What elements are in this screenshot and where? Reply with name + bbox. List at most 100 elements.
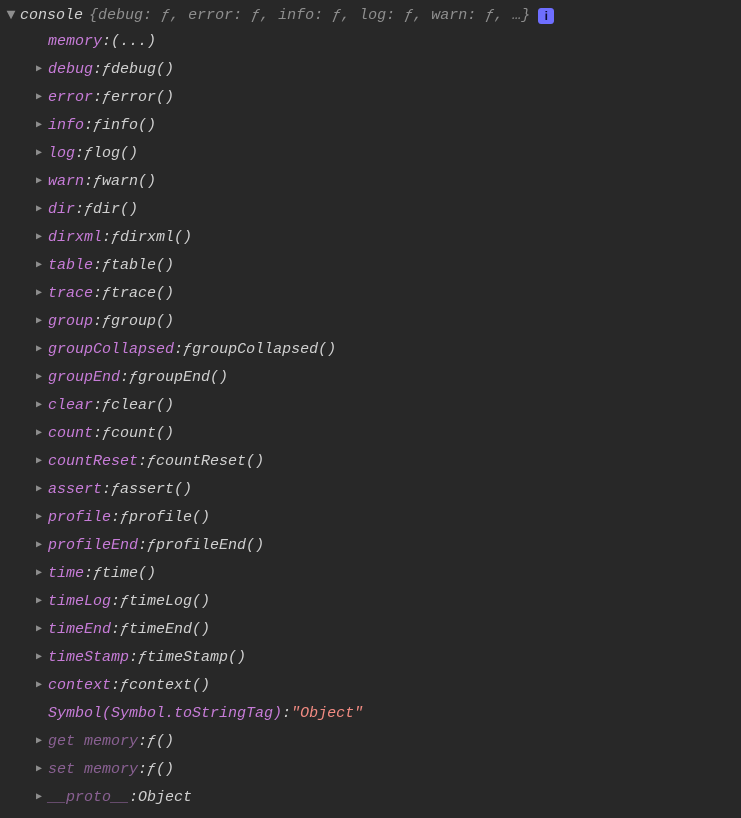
property-key: assert — [48, 476, 102, 504]
property-row[interactable]: ▶groupEnd: ƒ groupEnd() — [32, 364, 741, 392]
colon: : — [93, 56, 102, 84]
function-name: groupEnd() — [138, 364, 228, 392]
property-row[interactable]: ▶timeLog: ƒ timeLog() — [32, 588, 741, 616]
function-name: profileEnd() — [156, 532, 264, 560]
colon: : — [102, 476, 111, 504]
property-row[interactable]: ▶dir: ƒ dir() — [32, 196, 741, 224]
disclosure-right-icon[interactable]: ▶ — [32, 784, 46, 812]
property-row[interactable]: ▶get memory: ƒ () — [32, 728, 741, 756]
property-row[interactable]: ▶info: ƒ info() — [32, 112, 741, 140]
disclosure-right-icon[interactable]: ▶ — [32, 644, 46, 672]
function-name: timeStamp() — [147, 644, 246, 672]
colon: : — [84, 560, 93, 588]
object-inspector: ▼ console {debug: ƒ, error: ƒ, info: ƒ, … — [0, 0, 741, 816]
property-row[interactable]: ▶time: ƒ time() — [32, 560, 741, 588]
colon: : — [93, 252, 102, 280]
property-row[interactable]: ▶groupCollapsed: ƒ groupCollapsed() — [32, 336, 741, 364]
function-name: trace() — [111, 280, 174, 308]
function-symbol: ƒ — [120, 672, 129, 700]
function-name: clear() — [111, 392, 174, 420]
property-row[interactable]: ▶table: ƒ table() — [32, 252, 741, 280]
property-key: clear — [48, 392, 93, 420]
disclosure-right-icon[interactable]: ▶ — [32, 364, 46, 392]
property-row[interactable]: ▶clear: ƒ clear() — [32, 392, 741, 420]
info-icon[interactable]: i — [538, 8, 554, 24]
property-row[interactable]: ▶context: ƒ context() — [32, 672, 741, 700]
disclosure-right-icon[interactable]: ▶ — [32, 168, 46, 196]
function-symbol: ƒ — [93, 168, 102, 196]
disclosure-right-icon[interactable]: ▶ — [32, 728, 46, 756]
property-row[interactable]: ▶__proto__: Object — [32, 784, 741, 812]
disclosure-right-icon[interactable]: ▶ — [32, 756, 46, 784]
property-row[interactable]: ▶profile: ƒ profile() — [32, 504, 741, 532]
function-symbol: ƒ — [147, 728, 156, 756]
colon: : — [102, 28, 111, 56]
function-name: countReset() — [156, 448, 264, 476]
disclosure-right-icon[interactable]: ▶ — [32, 420, 46, 448]
disclosure-right-icon[interactable]: ▶ — [32, 252, 46, 280]
property-key: error — [48, 84, 93, 112]
disclosure-right-icon[interactable]: ▶ — [32, 588, 46, 616]
property-row[interactable]: ▶log: ƒ log() — [32, 140, 741, 168]
property-key: profile — [48, 504, 111, 532]
property-row[interactable]: ▶countReset: ƒ countReset() — [32, 448, 741, 476]
disclosure-right-icon[interactable]: ▶ — [32, 504, 46, 532]
property-row[interactable]: ▶timeStamp: ƒ timeStamp() — [32, 644, 741, 672]
property-row[interactable]: ▶debug: ƒ debug() — [32, 56, 741, 84]
property-key: warn — [48, 168, 84, 196]
disclosure-right-icon[interactable]: ▶ — [32, 280, 46, 308]
disclosure-right-icon[interactable]: ▶ — [32, 56, 46, 84]
disclosure-right-icon[interactable]: ▶ — [32, 672, 46, 700]
property-row[interactable]: memory: (...) — [32, 28, 741, 56]
property-value-string: "Object" — [291, 700, 363, 728]
disclosure-right-icon[interactable]: ▶ — [32, 308, 46, 336]
function-symbol: ƒ — [147, 756, 156, 784]
object-children: memory: (...)▶debug: ƒ debug()▶error: ƒ … — [32, 28, 741, 812]
disclosure-right-icon[interactable]: ▶ — [32, 84, 46, 112]
property-row[interactable]: Symbol(Symbol.toStringTag): "Object" — [32, 700, 741, 728]
function-name: dirxml() — [120, 224, 192, 252]
disclosure-right-icon[interactable]: ▶ — [32, 392, 46, 420]
colon: : — [111, 672, 120, 700]
property-key: profileEnd — [48, 532, 138, 560]
function-name: dir() — [93, 196, 138, 224]
property-key: timeEnd — [48, 616, 111, 644]
disclosure-right-icon[interactable]: ▶ — [32, 224, 46, 252]
disclosure-right-icon[interactable]: ▶ — [32, 616, 46, 644]
function-name: () — [156, 728, 174, 756]
disclosure-right-icon[interactable]: ▶ — [32, 336, 46, 364]
property-key: dir — [48, 196, 75, 224]
object-header-row[interactable]: ▼ console {debug: ƒ, error: ƒ, info: ƒ, … — [4, 4, 741, 28]
property-row[interactable]: ▶dirxml: ƒ dirxml() — [32, 224, 741, 252]
property-row[interactable]: ▶profileEnd: ƒ profileEnd() — [32, 532, 741, 560]
property-row[interactable]: ▶set memory: ƒ () — [32, 756, 741, 784]
property-row[interactable]: ▶warn: ƒ warn() — [32, 168, 741, 196]
property-row[interactable]: ▶count: ƒ count() — [32, 420, 741, 448]
function-name: warn() — [102, 168, 156, 196]
property-row[interactable]: ▶error: ƒ error() — [32, 84, 741, 112]
property-key: groupEnd — [48, 364, 120, 392]
colon: : — [93, 308, 102, 336]
function-symbol: ƒ — [102, 280, 111, 308]
disclosure-right-icon[interactable]: ▶ — [32, 560, 46, 588]
function-symbol: ƒ — [111, 224, 120, 252]
property-key: Symbol(Symbol.toStringTag) — [48, 700, 282, 728]
property-row[interactable]: ▶timeEnd: ƒ timeEnd() — [32, 616, 741, 644]
property-key: get memory — [48, 728, 138, 756]
function-symbol: ƒ — [120, 504, 129, 532]
object-name: console — [20, 4, 83, 28]
property-row[interactable]: ▶assert: ƒ assert() — [32, 476, 741, 504]
disclosure-right-icon[interactable]: ▶ — [32, 448, 46, 476]
disclosure-right-icon[interactable]: ▶ — [32, 112, 46, 140]
disclosure-right-icon[interactable]: ▶ — [32, 196, 46, 224]
function-name: context() — [129, 672, 210, 700]
property-row[interactable]: ▶group: ƒ group() — [32, 308, 741, 336]
disclosure-down-icon[interactable]: ▼ — [4, 4, 18, 28]
property-row[interactable]: ▶trace: ƒ trace() — [32, 280, 741, 308]
property-key: table — [48, 252, 93, 280]
property-key: debug — [48, 56, 93, 84]
disclosure-right-icon[interactable]: ▶ — [32, 140, 46, 168]
disclosure-right-icon[interactable]: ▶ — [32, 476, 46, 504]
disclosure-right-icon[interactable]: ▶ — [32, 532, 46, 560]
function-name: info() — [102, 112, 156, 140]
